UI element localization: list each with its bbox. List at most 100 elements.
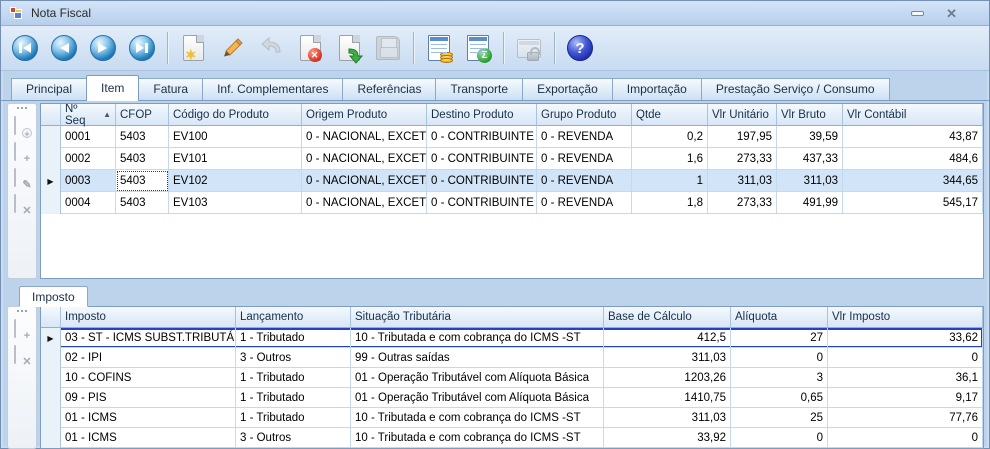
edit-record-button[interactable] — [216, 31, 248, 65]
grid-cell[interactable]: 5403 — [116, 192, 169, 214]
help-button[interactable]: ? — [564, 31, 596, 65]
grid-cell[interactable]: 77,76 — [828, 408, 983, 428]
grid-cell[interactable]: 311,03 — [604, 408, 731, 428]
row-selector[interactable] — [41, 408, 61, 428]
grid-cell[interactable]: 197,95 — [708, 126, 777, 148]
grid-cell[interactable]: 1410,75 — [604, 388, 731, 408]
grid-cell[interactable]: 311,03 — [777, 170, 843, 192]
table-row[interactable]: 00045403EV1030 - NACIONAL, EXCET...0 - C… — [41, 192, 983, 214]
grid-cell[interactable]: 344,65 — [843, 170, 983, 192]
grid-cell[interactable]: 491,99 — [777, 192, 843, 214]
grid-cell[interactable]: EV102 — [169, 170, 302, 192]
grid-cell[interactable]: 0 - NACIONAL, EXCET... — [302, 192, 427, 214]
column-header-destino-produto[interactable]: Destino Produto — [427, 104, 537, 126]
table-row[interactable]: 00015403EV1000 - NACIONAL, EXCET...0 - C… — [41, 126, 983, 148]
column-header-vlr-unit-rio[interactable]: Vlr Unitário — [708, 104, 777, 126]
column-header-imposto[interactable]: Imposto — [61, 307, 236, 328]
grid-cell[interactable]: 0003 — [61, 170, 116, 192]
table-row[interactable]: 01 - ICMS1 - Tributado10 - Tributada e c… — [41, 408, 983, 428]
column-header-base-de-c-lculo[interactable]: Base de Cálculo — [604, 307, 731, 328]
grid-cell[interactable]: 0 — [828, 428, 983, 448]
grid-cell[interactable]: 33,92 — [604, 428, 731, 448]
tab-exporta-o[interactable]: Exportação — [522, 78, 613, 100]
tab-imposto[interactable]: Imposto — [19, 286, 88, 307]
grid-cell[interactable]: 02 - IPI — [61, 348, 236, 368]
grid-cell[interactable]: 10 - COFINS — [61, 368, 236, 388]
grid-cell[interactable]: 1 - Tributado — [236, 368, 351, 388]
grid-cell[interactable]: 1 - Tributado — [236, 408, 351, 428]
grid-cell[interactable]: 0 - REVENDA — [537, 148, 632, 170]
grid-cell[interactable]: 25 — [731, 408, 828, 428]
column-header-al-quota[interactable]: Alíquota — [731, 307, 828, 328]
grid-cell[interactable]: 0 — [731, 348, 828, 368]
grid-cell[interactable]: 1,6 — [632, 148, 708, 170]
table-row[interactable]: ▶03 - ST - ICMS SUBST.TRIBUTÁRIA1 - Trib… — [41, 328, 983, 348]
grid-cell[interactable]: 03 - ST - ICMS SUBST.TRIBUTÁRIA — [61, 328, 236, 348]
grid-cell[interactable]: 273,33 — [708, 192, 777, 214]
grid-cell[interactable]: 484,6 — [843, 148, 983, 170]
grid-cell[interactable]: 1 - Tributado — [236, 388, 351, 408]
grid-cell[interactable]: 0 - REVENDA — [537, 126, 632, 148]
grid-cell[interactable]: EV103 — [169, 192, 302, 214]
grid-cell[interactable]: 311,03 — [708, 170, 777, 192]
grid-cell[interactable]: 01 - ICMS — [61, 408, 236, 428]
grid-cell[interactable]: 0 - CONTRIBUINTE ... — [427, 192, 537, 214]
tab-presta-o-servi-o-consumo[interactable]: Prestação Serviço / Consumo — [701, 78, 890, 100]
table-row[interactable]: 02 - IPI3 - Outros99 - Outras saídas311,… — [41, 348, 983, 368]
grid-cell[interactable]: 10 - Tributada e com cobrança do ICMS -S… — [351, 328, 604, 348]
grid-cell[interactable]: 10 - Tributada e com cobrança do ICMS -S… — [351, 408, 604, 428]
grid-cell[interactable]: EV101 — [169, 148, 302, 170]
first-record-button[interactable] — [9, 31, 41, 65]
grid-cell[interactable]: EV100 — [169, 126, 302, 148]
grid-cell[interactable]: 0,2 — [632, 126, 708, 148]
grid-cell[interactable]: 1 — [632, 170, 708, 192]
tab-item[interactable]: Item — [86, 75, 139, 101]
grid-cell[interactable]: 0 - NACIONAL, EXCET... — [302, 126, 427, 148]
grid-cell[interactable]: 0 - NACIONAL, EXCET... — [302, 148, 427, 170]
column-header-vlr-bruto[interactable]: Vlr Bruto — [777, 104, 843, 126]
grid-cell[interactable]: 01 - ICMS — [61, 428, 236, 448]
grid-cell[interactable]: 0 — [731, 428, 828, 448]
table-row[interactable]: 00025403EV1010 - NACIONAL, EXCET...0 - C… — [41, 148, 983, 170]
grid-cell[interactable]: 0004 — [61, 192, 116, 214]
grid-cell[interactable]: 09 - PIS — [61, 388, 236, 408]
grid-cell[interactable]: 0 — [828, 348, 983, 368]
column-header-c-digo-do-produto[interactable]: Código do Produto — [169, 104, 302, 126]
grid-cell[interactable]: 5403 — [116, 148, 169, 170]
grid-cell[interactable]: 36,1 — [828, 368, 983, 388]
grid-cell[interactable]: 9,17 — [828, 388, 983, 408]
tab-inf-complementares[interactable]: Inf. Complementares — [202, 78, 343, 100]
row-selector[interactable] — [41, 368, 61, 388]
previous-record-button[interactable] — [48, 31, 80, 65]
delete-row-button[interactable]: ✕ — [14, 195, 30, 214]
grid-cell[interactable]: 0 - REVENDA — [537, 170, 632, 192]
grip-dots-icon[interactable] — [17, 310, 27, 312]
grid-cell[interactable]: 0 - CONTRIBUINTE ... — [427, 170, 537, 192]
grid-cell[interactable]: 1 - Tributado — [236, 328, 351, 348]
tab-fatura[interactable]: Fatura — [138, 78, 203, 100]
grid-cell[interactable]: 545,17 — [843, 192, 983, 214]
grid-cell[interactable]: 39,59 — [777, 126, 843, 148]
sum-totals-button[interactable]: Σ — [462, 31, 494, 65]
grid-cell[interactable]: 10 - Tributada e com cobrança do ICMS -S… — [351, 428, 604, 448]
grip-dots-icon[interactable] — [17, 107, 27, 109]
grid-cell[interactable]: 1203,26 — [604, 368, 731, 388]
grid-cell[interactable]: 0 - CONTRIBUINTE ... — [427, 126, 537, 148]
row-selector[interactable] — [41, 192, 61, 214]
grid-cell[interactable]: 01 - Operação Tributável com Alíquota Bá… — [351, 368, 604, 388]
column-header-vlr-imposto[interactable]: Vlr Imposto — [828, 307, 983, 328]
grid-cell[interactable]: 311,03 — [604, 348, 731, 368]
grid-cell[interactable]: 412,5 — [604, 328, 731, 348]
grid-cell[interactable]: 0 - CONTRIBUINTE ... — [427, 148, 537, 170]
row-selector[interactable] — [41, 388, 61, 408]
grid-cell[interactable]: 5403 — [116, 126, 169, 148]
insert-tax-button[interactable]: + — [14, 320, 30, 339]
grid-cell[interactable]: 3 — [731, 368, 828, 388]
post-record-button[interactable] — [333, 31, 365, 65]
grid-cell[interactable]: 0002 — [61, 148, 116, 170]
cancel-record-button[interactable]: ✕ — [294, 31, 326, 65]
row-selector[interactable] — [41, 428, 61, 448]
grid-cell[interactable]: 0 - NACIONAL, EXCET... — [302, 170, 427, 192]
table-row[interactable]: 10 - COFINS1 - Tributado01 - Operação Tr… — [41, 368, 983, 388]
grid-cell[interactable]: 33,62 — [828, 328, 983, 348]
